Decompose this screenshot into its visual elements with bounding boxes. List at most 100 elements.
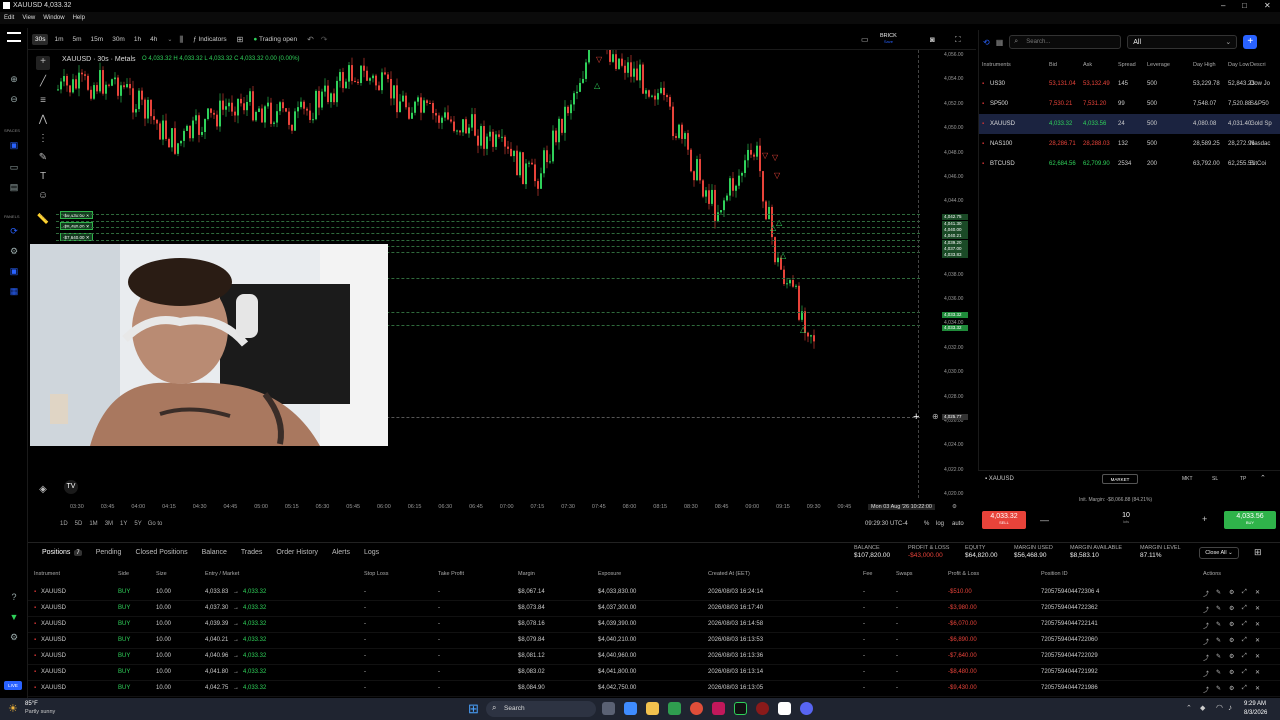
share-icon[interactable]: ⤴ (1203, 669, 1209, 678)
file-explorer-icon[interactable] (646, 702, 659, 715)
templates-icon[interactable]: ⊞ (237, 35, 244, 44)
task-view-icon[interactable] (602, 702, 615, 715)
positions-col-header[interactable]: Fee (863, 571, 872, 577)
share-icon[interactable]: ⤴ (1203, 621, 1209, 630)
instrument-row[interactable]: ▪ XAUUSD 4,033.32 4,033.56 24 500 4,080.08 4,03… (979, 114, 1280, 134)
log-toggle[interactable]: log (936, 521, 944, 527)
price-axis[interactable]: 4,056.00 4,054.00 4,052.00 4,050.00 4,048.00… (940, 50, 976, 500)
settings-icon[interactable]: ⚙ (1229, 605, 1234, 612)
table-row[interactable]: ▪ XAUUSD BUY 10.00 4,037.30 → 4,033.32 - - $8,073… (28, 601, 1280, 617)
table-row[interactable]: ▪ XAUUSD BUY 10.00 4,041.80 → 4,033.32 - - $8,083… (28, 665, 1280, 681)
edit-icon[interactable]: ✎ (1216, 637, 1221, 644)
instrument-row[interactable]: ▪ SP500 7,530.21 7,531.20 99 500 7,548.07 7,520… (979, 94, 1280, 114)
position-stop-loss[interactable]: - (364, 589, 366, 595)
fib-tool-icon[interactable]: ⋮ (36, 133, 50, 147)
panel-window-icon[interactable]: ▣ (7, 266, 21, 278)
layout-icon[interactable]: ▭ (861, 35, 869, 44)
order-tab-mkt[interactable]: MKT (1182, 476, 1193, 482)
table-row[interactable]: ▪ XAUUSD BUY 10.00 4,042.75 → 4,033.32 - - $8,084… (28, 681, 1280, 697)
table-row[interactable]: ▪ XAUUSD BUY 10.00 4,033.83 → 4,033.32 - - $8,067… (28, 585, 1280, 601)
range-5Y[interactable]: 5Y (134, 521, 141, 527)
space-monitor-icon[interactable]: ▭ (7, 162, 21, 174)
maximize-icon[interactable]: □ (1242, 1, 1247, 10)
instrument-row[interactable]: ▪ US30 53,131.04 53,132.49 145 500 53,229.78 52… (979, 74, 1280, 94)
axis-settings-icon[interactable]: ⚙ (952, 504, 957, 510)
positions-col-header[interactable]: Exposure (598, 571, 621, 577)
instrument-col-header[interactable]: Day Low (1228, 62, 1249, 68)
instrument-col-header[interactable]: Spread (1118, 62, 1136, 68)
positions-col-header[interactable]: Stop Loss (364, 571, 388, 577)
collapse-icon[interactable]: ⌃ (1260, 474, 1266, 482)
position-stop-loss[interactable]: - (364, 621, 366, 627)
position-take-profit[interactable]: - (438, 589, 440, 595)
layers-icon[interactable]: ◈ (36, 484, 50, 498)
expand-icon[interactable]: ⤢ (1242, 637, 1247, 644)
tab-positions[interactable]: Positions 7 (42, 549, 82, 556)
expand-icon[interactable]: ⤢ (1242, 621, 1247, 628)
instrument-row[interactable]: ▪ NAS100 28,286.71 28,288.03 132 500 28,589.25… (979, 134, 1280, 154)
settings-icon[interactable]: ⚙ (1229, 589, 1234, 596)
position-stop-loss[interactable]: - (364, 605, 366, 611)
close-icon[interactable]: ✕ (1255, 621, 1260, 628)
position-line-tag[interactable]: -$9,430.00 ✕ (60, 211, 93, 219)
start-icon[interactable]: ⊞ (468, 701, 479, 717)
close-icon[interactable]: ✕ (1255, 669, 1260, 676)
close-all-button[interactable]: Close All ⌄ (1199, 547, 1239, 559)
table-row[interactable]: ▪ XAUUSD BUY 10.00 4,039.39 → 4,033.32 - - $8,078… (28, 617, 1280, 633)
goto-button[interactable]: Go to (148, 521, 163, 527)
app-red-icon[interactable] (756, 702, 769, 715)
instrument-col-header[interactable]: Bid (1049, 62, 1057, 68)
timeframe-dropdown-icon[interactable]: ⌄ (167, 36, 172, 43)
weather-icon[interactable]: ☀ (8, 702, 18, 715)
position-take-profit[interactable]: - (438, 605, 440, 611)
tab-logs[interactable]: Logs (364, 549, 379, 556)
close-icon[interactable]: ✕ (1264, 1, 1271, 10)
tab-pending[interactable]: Pending (96, 549, 122, 556)
chart-type-icon[interactable]: ⫼ (179, 35, 183, 45)
chrome-icon[interactable] (690, 702, 703, 715)
copilot-icon[interactable] (624, 702, 637, 715)
order-tab-tp[interactable]: TP (1240, 476, 1246, 482)
timeframe-1h[interactable]: 1h (131, 34, 144, 45)
columns-settings-icon[interactable]: ⊞ (1254, 547, 1262, 558)
brush-tool-icon[interactable]: ✎ (36, 152, 50, 166)
order-type-select[interactable]: MARKET (1102, 474, 1138, 484)
taskbar-search[interactable]: ⌕ Search (486, 701, 596, 717)
timeframe-15m[interactable]: 15m (88, 34, 107, 45)
text-tool-icon[interactable]: T (36, 171, 50, 185)
watchlist-icon[interactable]: ⟲ (983, 38, 990, 47)
range-3M[interactable]: 3M (105, 521, 113, 527)
settings-icon[interactable]: ⚙ (1229, 653, 1234, 660)
screenshot-icon[interactable]: ◙ (930, 35, 935, 44)
position-take-profit[interactable]: - (438, 621, 440, 627)
position-take-profit[interactable]: - (438, 637, 440, 643)
settings-icon[interactable]: ⚙ (1229, 621, 1234, 628)
sell-button[interactable]: 4,033.32 SELL (982, 511, 1026, 529)
volume-icon[interactable]: ♪ (1228, 703, 1232, 712)
discord-icon[interactable] (800, 702, 813, 715)
zoom-out-icon[interactable]: ⊖ (7, 94, 21, 106)
indicators-button[interactable]: ƒ Indicators (190, 34, 230, 45)
instrument-col-header[interactable]: Leverage (1147, 62, 1170, 68)
quantity-input[interactable]: 10 lots (1106, 512, 1146, 524)
positions-col-header[interactable]: Margin (518, 571, 535, 577)
positions-col-header[interactable]: Take Profit (438, 571, 464, 577)
menu-item-edit[interactable]: Edit (4, 15, 14, 21)
edit-icon[interactable]: ✎ (1216, 589, 1221, 596)
qty-decrease-icon[interactable]: — (1040, 515, 1049, 525)
edit-icon[interactable]: ✎ (1216, 653, 1221, 660)
close-icon[interactable]: ✕ (1255, 605, 1260, 612)
positions-col-header[interactable]: Created At (EET) (708, 571, 750, 577)
positions-col-header[interactable]: Entry / Market (205, 571, 239, 577)
positions-col-header[interactable]: Swaps (896, 571, 913, 577)
instrument-col-header[interactable]: Day High (1193, 62, 1216, 68)
help-icon[interactable]: ? (7, 592, 21, 604)
timeframe-5m[interactable]: 5m (70, 34, 85, 45)
zoom-in-icon[interactable]: ⊕ (7, 74, 21, 86)
tab-balance[interactable]: Balance (202, 549, 227, 556)
instrument-row[interactable]: ▪ BTCUSD 62,684.56 62,709.90 2534 200 63,792.0… (979, 154, 1280, 174)
range-5D[interactable]: 5D (75, 521, 83, 527)
horizontal-lines-tool-icon[interactable]: ≡ (36, 95, 50, 109)
crosshair-tool-icon[interactable]: + (36, 56, 50, 70)
position-line-tag[interactable]: -$8,480.00 ✕ (60, 222, 93, 230)
